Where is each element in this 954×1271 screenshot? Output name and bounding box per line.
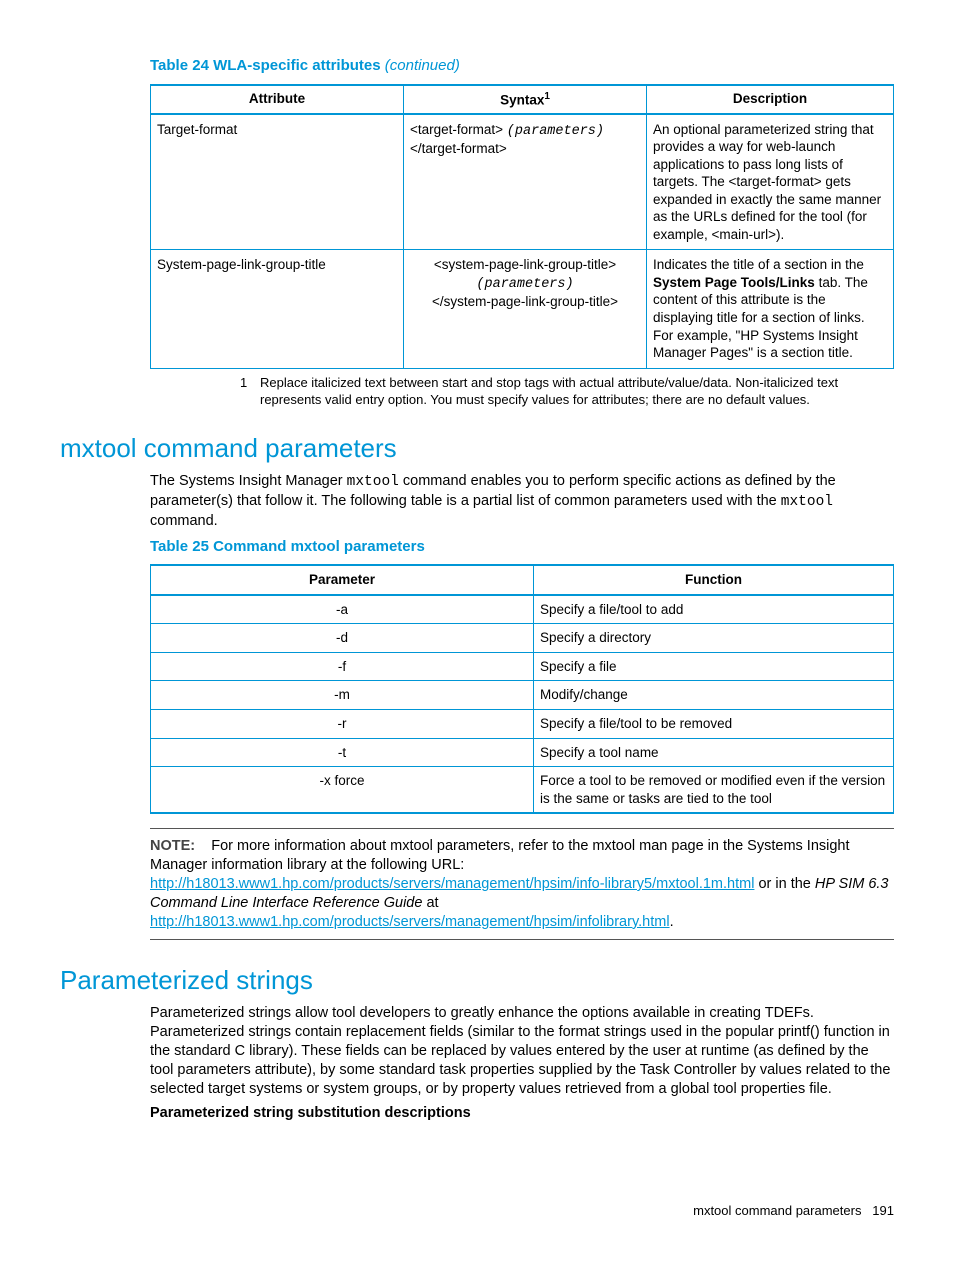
- table24: Attribute Syntax1 Description Target-for…: [150, 84, 894, 369]
- table-row: -fSpecify a file: [151, 652, 894, 681]
- th-syntax: Syntax1: [404, 85, 647, 114]
- th-parameter: Parameter: [151, 565, 534, 595]
- table24-footnote: 1Replace italicized text between start a…: [150, 375, 894, 409]
- th-function: Function: [534, 565, 894, 595]
- cell-attr: Target-format: [151, 114, 404, 250]
- note-label: NOTE:: [150, 838, 195, 854]
- table-row: -mModify/change: [151, 681, 894, 710]
- note-link-2[interactable]: http://h18013.www1.hp.com/products/serve…: [150, 914, 670, 930]
- cell-syntax: <target-format> (parameters) </target-fo…: [404, 114, 647, 250]
- th-description: Description: [647, 85, 894, 114]
- table-row: System-page-link-group-title <system-pag…: [151, 250, 894, 368]
- cell-attr: System-page-link-group-title: [151, 250, 404, 368]
- table24-caption: Table 24 WLA-specific attributes (contin…: [150, 56, 894, 76]
- note-link-1[interactable]: http://h18013.www1.hp.com/products/serve…: [150, 876, 754, 892]
- table-row: -aSpecify a file/tool to add: [151, 595, 894, 624]
- table-row: -tSpecify a tool name: [151, 738, 894, 767]
- mxtool-paragraph: The Systems Insight Manager mxtool comma…: [150, 472, 894, 531]
- section-mxtool-heading: mxtool command parameters: [60, 432, 894, 466]
- cell-desc: An optional parameterized string that pr…: [647, 114, 894, 250]
- note-block: NOTE: For more information about mxtool …: [150, 828, 894, 940]
- section-paramstrings-heading: Parameterized strings: [60, 964, 894, 998]
- table-row: -dSpecify a directory: [151, 624, 894, 653]
- cell-desc: Indicates the title of a section in the …: [647, 250, 894, 368]
- table25: Parameter Function -aSpecify a file/tool…: [150, 564, 894, 814]
- page-footer: mxtool command parameters 191: [60, 1203, 894, 1220]
- paramstrings-paragraph: Parameterized strings allow tool develop…: [150, 1004, 894, 1098]
- cell-syntax: <system-page-link-group-title> (paramete…: [404, 250, 647, 368]
- table-row: -rSpecify a file/tool to be removed: [151, 710, 894, 739]
- table-row: Target-format <target-format> (parameter…: [151, 114, 894, 250]
- paramstrings-subhead: Parameterized string substitution descri…: [150, 1104, 894, 1123]
- table25-caption: Table 25 Command mxtool parameters: [150, 537, 894, 557]
- th-attribute: Attribute: [151, 85, 404, 114]
- table24-continued: (continued): [385, 57, 460, 74]
- table24-caption-text: Table 24 WLA-specific attributes: [150, 57, 381, 74]
- table-row: -x forceForce a tool to be removed or mo…: [151, 767, 894, 814]
